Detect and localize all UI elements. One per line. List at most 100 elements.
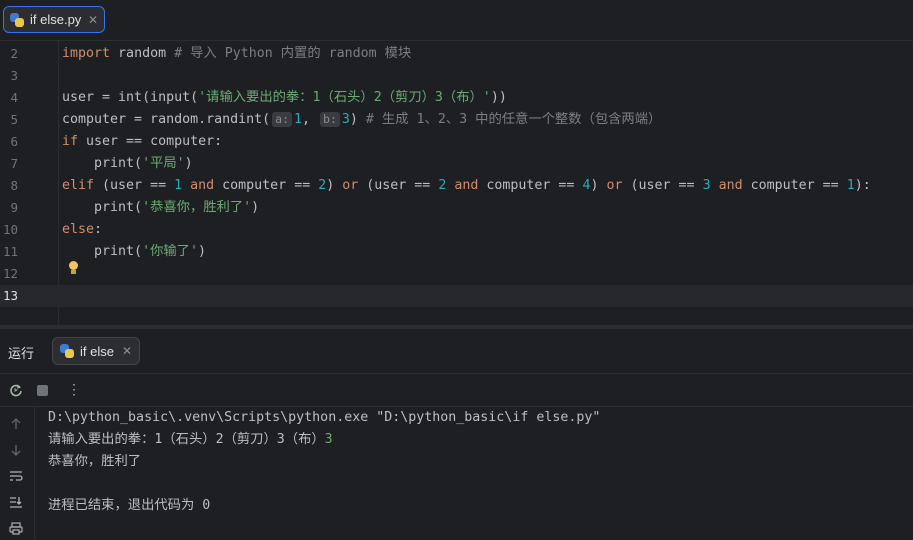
code-token: and xyxy=(446,178,479,193)
run-toolbar: ⋮ xyxy=(0,374,913,407)
line-number[interactable]: 9 xyxy=(0,197,18,219)
editor-tab-label: if else.py xyxy=(30,12,82,27)
code-line[interactable]: 2 import random # 导入 Python 内置的 random 模块 xyxy=(0,43,913,65)
code-token: ) xyxy=(326,178,343,193)
code-token: ) xyxy=(590,178,607,193)
code-line[interactable]: 4 user = int(input('请输入要出的拳：1（石头）2（剪刀）3（布… xyxy=(0,87,913,109)
code-token: print( xyxy=(62,156,143,171)
python-file-icon xyxy=(10,12,24,27)
run-panel-header: 运行 if else ✕ xyxy=(0,329,913,374)
arrow-down-icon[interactable] xyxy=(7,441,25,459)
code-line[interactable]: 5 computer = random.randint(a: 1, b: 3) # 生… xyxy=(0,109,913,131)
code-token: random xyxy=(110,46,175,61)
code-token: ): xyxy=(854,178,871,193)
code-line[interactable]: 7 print('平局') xyxy=(0,153,913,175)
run-panel-title: 运行 xyxy=(8,346,35,361)
code-token: print( xyxy=(62,244,143,259)
code-text: else: xyxy=(62,219,102,241)
code-line[interactable]: 10 else: xyxy=(0,219,913,241)
code-token: and xyxy=(182,178,215,193)
code-token: elif xyxy=(62,178,95,193)
code-token: int xyxy=(118,90,143,105)
code-token: ( xyxy=(190,90,199,105)
parameter-hint: b: xyxy=(320,112,340,127)
line-number[interactable]: 10 xyxy=(0,219,18,241)
parameter-hint: a: xyxy=(272,112,292,127)
code-token: 1 xyxy=(174,178,183,193)
line-number[interactable]: 8 xyxy=(0,175,18,197)
close-icon[interactable]: ✕ xyxy=(122,344,132,358)
console-exit-line: 进程已结束，退出代码为 0 xyxy=(48,498,211,513)
code-editor[interactable]: 2 import random # 导入 Python 内置的 random 模块… xyxy=(0,41,913,325)
code-text: print('恭喜你，胜利了') xyxy=(62,197,259,219)
code-token: ) xyxy=(184,156,193,171)
run-tab-if-else[interactable]: if else ✕ xyxy=(52,337,140,365)
more-options-icon[interactable]: ⋮ xyxy=(64,380,84,400)
code-line[interactable]: 3 xyxy=(0,65,913,87)
code-token: user == computer: xyxy=(78,134,223,149)
line-number[interactable]: 2 xyxy=(0,43,18,65)
code-token: 3 xyxy=(341,112,350,127)
code-token: , xyxy=(302,112,319,127)
stop-icon[interactable] xyxy=(32,380,52,400)
code-token: '平局' xyxy=(142,156,185,171)
python-file-icon xyxy=(60,344,74,358)
code-line[interactable]: 13 xyxy=(0,285,913,307)
code-token: print( xyxy=(62,200,143,215)
line-number[interactable]: 11 xyxy=(0,241,18,263)
code-token: )) xyxy=(490,90,507,105)
code-token: ( xyxy=(142,90,151,105)
code-line[interactable]: 9 print('恭喜你，胜利了') xyxy=(0,197,913,219)
arrow-up-icon[interactable] xyxy=(7,415,25,433)
code-token: computer == xyxy=(742,178,847,193)
code-text: user = int(input('请输入要出的拳：1（石头）2（剪刀）3（布）… xyxy=(62,87,507,109)
code-text: print('平局') xyxy=(62,153,193,175)
code-token: or xyxy=(606,178,623,193)
code-token: ) xyxy=(349,112,366,127)
console-prompt: 请输入要出的拳：1（石头）2（剪刀）3（布） xyxy=(48,432,325,447)
code-token: ) xyxy=(197,244,206,259)
console-result-line: 恭喜你，胜利了 xyxy=(48,454,142,469)
code-token: 3 xyxy=(702,178,711,193)
code-token: '你输了' xyxy=(142,244,198,259)
code-token: import xyxy=(62,46,111,61)
code-line[interactable]: 6 if user == computer: xyxy=(0,131,913,153)
line-number[interactable]: 3 xyxy=(0,65,18,87)
code-token: and xyxy=(710,178,743,193)
code-token: computer == xyxy=(478,178,583,193)
code-line[interactable]: 11 print('你输了') xyxy=(0,241,913,263)
editor-tab-if-else[interactable]: if else.py ✕ xyxy=(3,6,105,33)
code-line[interactable]: 8 elif (user == 1 and computer == 2) or (… xyxy=(0,175,913,197)
code-token: '恭喜你，胜利了' xyxy=(142,200,252,215)
close-icon[interactable]: ✕ xyxy=(88,13,98,27)
code-token: or xyxy=(342,178,359,193)
code-token: (user == xyxy=(94,178,175,193)
line-number[interactable]: 6 xyxy=(0,131,18,153)
console-command-line: D:\python_basic\.venv\Scripts\python.exe… xyxy=(48,410,601,425)
code-text: import random # 导入 Python 内置的 random 模块 xyxy=(62,43,411,65)
line-number[interactable]: 13 xyxy=(0,285,18,307)
code-token: (user == xyxy=(622,178,703,193)
code-token: user = xyxy=(62,90,119,105)
line-number[interactable]: 4 xyxy=(0,87,18,109)
console-prompt-line: 请输入要出的拳：1（石头）2（剪刀）3（布）3 xyxy=(48,429,333,451)
scroll-to-end-icon[interactable] xyxy=(7,493,25,511)
soft-wrap-icon[interactable] xyxy=(7,467,25,485)
code-token: else xyxy=(62,222,95,237)
console-user-input: 3 xyxy=(324,432,333,447)
line-number[interactable]: 12 xyxy=(0,263,18,285)
code-line[interactable]: 12 xyxy=(0,263,913,285)
print-icon[interactable] xyxy=(7,519,25,537)
rerun-icon[interactable] xyxy=(6,380,26,400)
code-text: if user == computer: xyxy=(62,131,222,153)
code-token: 1 xyxy=(294,112,303,127)
line-number[interactable]: 5 xyxy=(0,109,18,131)
run-tab-label: if else xyxy=(80,343,114,359)
code-token: '请输入要出的拳：1（石头）2（剪刀）3（布）' xyxy=(198,90,491,105)
code-token: 1 xyxy=(846,178,855,193)
line-number[interactable]: 7 xyxy=(0,153,18,175)
code-token: if xyxy=(62,134,79,149)
code-token: # 生成 1、2、3 中的任意一个整数（包含两端） xyxy=(365,112,662,127)
code-token: ) xyxy=(251,200,260,215)
console-output[interactable]: D:\python_basic\.venv\Scripts\python.exe… xyxy=(0,407,913,540)
